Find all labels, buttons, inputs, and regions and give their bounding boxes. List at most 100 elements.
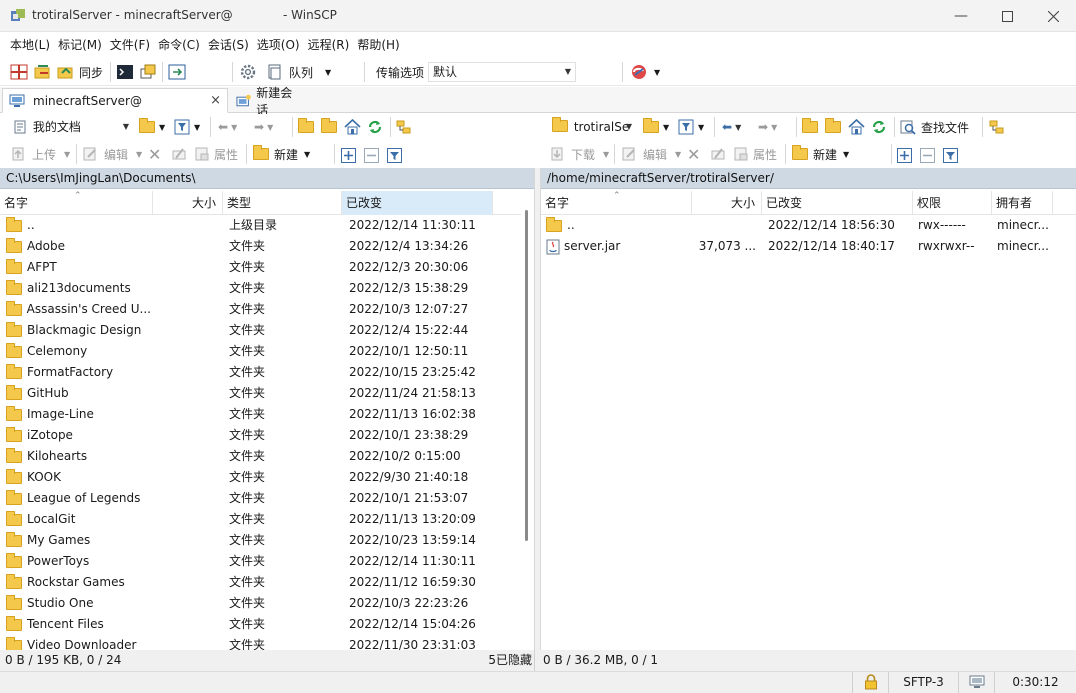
gear-icon[interactable] <box>239 60 257 84</box>
table-row[interactable]: .. 2022/12/14 18:56:30 rwx------ minecr... <box>541 215 1076 236</box>
remote-parent-dir-icon[interactable] <box>802 115 818 139</box>
menu-local[interactable]: 本地(L) <box>6 35 54 55</box>
putty-icon[interactable] <box>139 60 157 84</box>
maximize-button[interactable] <box>984 0 1030 32</box>
table-row[interactable]: Video Downloader 文件夹 2022/11/30 23:31:03 <box>0 635 521 650</box>
remote-root-dir-icon[interactable] <box>825 115 841 139</box>
panel-splitter[interactable] <box>534 168 541 650</box>
table-row[interactable]: League of Legends 文件夹 2022/10/1 21:53:07 <box>0 488 521 509</box>
remote-properties-button[interactable]: 属性 <box>733 142 777 166</box>
table-row[interactable]: PowerToys 文件夹 2022/12/14 11:30:11 <box>0 551 521 572</box>
remote-delete-icon[interactable]: ✕ <box>687 142 700 166</box>
menu-file[interactable]: 文件(F) <box>106 35 154 55</box>
local-rename-icon[interactable] <box>171 142 187 166</box>
local-select-all-icon[interactable] <box>341 143 356 167</box>
tab-session[interactable]: minecraftServer@ × <box>2 88 228 113</box>
table-row[interactable]: server.jar 37,073 ... 2022/12/14 18:40:17 r… <box>541 236 1076 257</box>
local-hidden-count[interactable]: 5已隐藏 <box>488 650 532 671</box>
remote-filter-icon[interactable]: ▼ <box>678 115 704 139</box>
local-col-type[interactable]: 类型 <box>223 191 342 215</box>
sync-button[interactable]: 同步 <box>57 60 103 84</box>
remote-refresh-icon[interactable] <box>871 115 887 139</box>
table-row[interactable]: Blackmagic Design 文件夹 2022/12/4 15:22:44 <box>0 320 521 341</box>
local-upload-button[interactable]: 上传 ▼ <box>10 142 70 166</box>
table-row[interactable]: LocalGit 文件夹 2022/11/13 13:20:09 <box>0 509 521 530</box>
menu-mark[interactable]: 标记(M) <box>54 35 106 55</box>
local-home-icon[interactable] <box>344 115 361 139</box>
local-scrollbar[interactable] <box>521 194 533 650</box>
menu-session[interactable]: 会话(S) <box>204 35 253 55</box>
table-row[interactable]: FormatFactory 文件夹 2022/10/15 23:25:42 <box>0 362 521 383</box>
local-scroll-thumb[interactable] <box>525 210 528 541</box>
local-location-select[interactable]: 我的文档 ▼ <box>8 117 134 137</box>
table-row[interactable]: KOOK 文件夹 2022/9/30 21:40:18 <box>0 467 521 488</box>
local-tree-icon[interactable] <box>396 115 412 139</box>
remote-home-icon[interactable] <box>848 115 865 139</box>
remote-path-bar[interactable]: /home/minecraftServer/trotiralServer/ <box>541 168 1076 189</box>
local-col-size[interactable]: 大小 <box>153 191 223 215</box>
table-row[interactable]: ali213documents 文件夹 2022/12/3 15:38:29 <box>0 278 521 299</box>
table-row[interactable]: Studio One 文件夹 2022/10/3 22:23:26 <box>0 593 521 614</box>
remote-location-select[interactable]: trotiralSe ▼ <box>547 117 637 137</box>
menu-remote[interactable]: 远程(R) <box>304 35 354 55</box>
local-edit-button[interactable]: 编辑 ▼ <box>82 142 142 166</box>
remote-filter-select-icon[interactable] <box>943 143 958 167</box>
table-row[interactable]: Rockstar Games 文件夹 2022/11/12 16:59:30 <box>0 572 521 593</box>
menu-help[interactable]: 帮助(H) <box>353 35 403 55</box>
local-unselect-icon[interactable] <box>364 143 379 167</box>
local-path-bar[interactable]: C:\Users\ImJingLan\Documents\ <box>0 168 534 189</box>
table-row[interactable]: Tencent Files 文件夹 2022/12/14 15:04:26 <box>0 614 521 635</box>
sync-browse-icon[interactable] <box>34 60 52 84</box>
local-refresh-icon[interactable] <box>367 115 383 139</box>
queue-button[interactable]: 队列 ▼ <box>266 60 331 84</box>
local-col-changed[interactable]: 已改变 <box>342 191 493 215</box>
local-parent-dir-icon[interactable] <box>298 115 314 139</box>
remote-col-name[interactable]: ⌃ 名字 <box>541 191 692 215</box>
minimize-button[interactable]: — <box>938 0 984 32</box>
remote-col-changed[interactable]: 已改变 <box>762 191 913 215</box>
table-row[interactable]: AFPT 文件夹 2022/12/3 20:30:06 <box>0 257 521 278</box>
table-row[interactable]: My Games 文件夹 2022/10/23 13:59:14 <box>0 530 521 551</box>
remote-edit-button[interactable]: 编辑 ▼ <box>621 142 681 166</box>
terminal-icon[interactable] <box>116 60 134 84</box>
table-row[interactable]: Assassin's Creed U... 文件夹 2022/10/3 12:07:… <box>0 299 521 320</box>
table-row[interactable]: Image-Line 文件夹 2022/11/13 16:02:38 <box>0 404 521 425</box>
remote-col-size[interactable]: 大小 <box>692 191 762 215</box>
local-delete-icon[interactable]: ✕ <box>148 142 161 166</box>
local-col-name[interactable]: ⌃ 名字 <box>0 191 153 215</box>
transfer-settings-select[interactable]: 默认 ▼ <box>428 62 576 82</box>
remote-select-all-icon[interactable] <box>897 143 912 167</box>
lock-icon[interactable] <box>852 672 888 693</box>
menu-commands[interactable]: 命令(C) <box>154 35 204 55</box>
local-back-icon[interactable]: ⬅ ▼ <box>218 115 237 139</box>
local-file-list[interactable]: ⌃ 名字 大小 类型 已改变 .. 上级目录 2022/12/14 11:30:11… <box>0 191 521 650</box>
remote-col-rights[interactable]: 权限 <box>913 191 992 215</box>
close-tab-icon[interactable]: × <box>210 93 221 108</box>
local-open-folder-icon[interactable]: ▼ <box>139 115 165 139</box>
remote-rename-icon[interactable] <box>710 142 726 166</box>
table-row[interactable]: Adobe 文件夹 2022/12/4 13:34:26 <box>0 236 521 257</box>
table-row[interactable]: iZotope 文件夹 2022/10/1 23:38:29 <box>0 425 521 446</box>
local-properties-button[interactable]: 属性 <box>194 142 238 166</box>
local-filter-select-icon[interactable] <box>387 143 402 167</box>
remote-download-button[interactable]: 下载 ▼ <box>549 142 609 166</box>
find-files-button[interactable]: 查找文件 <box>900 115 969 139</box>
table-row[interactable]: .. 上级目录 2022/12/14 11:30:11 <box>0 215 521 236</box>
tab-new-session[interactable]: 新建会话 <box>230 86 308 117</box>
local-forward-icon[interactable]: ➡ ▼ <box>254 115 273 139</box>
local-root-dir-icon[interactable] <box>321 115 337 139</box>
remote-forward-icon[interactable]: ➡ ▼ <box>758 115 777 139</box>
remote-col-owner[interactable]: 拥有者 <box>992 191 1053 215</box>
menu-options[interactable]: 选项(O) <box>253 35 304 55</box>
remote-tree-icon[interactable] <box>989 115 1005 139</box>
table-row[interactable]: Celemony 文件夹 2022/10/1 12:50:11 <box>0 341 521 362</box>
remote-back-icon[interactable]: ⬅ ▼ <box>722 115 741 139</box>
table-row[interactable]: Kilohearts 文件夹 2022/10/2 0:15:00 <box>0 446 521 467</box>
close-button[interactable] <box>1030 0 1076 32</box>
remote-unselect-icon[interactable] <box>920 143 935 167</box>
remote-new-button[interactable]: 新建 ▼ <box>792 142 849 166</box>
remote-open-folder-icon[interactable]: ▼ <box>643 115 669 139</box>
reconnect-icon[interactable]: ▼ <box>630 60 660 84</box>
compare-dirs-icon[interactable] <box>10 60 28 84</box>
table-row[interactable]: GitHub 文件夹 2022/11/24 21:58:13 <box>0 383 521 404</box>
